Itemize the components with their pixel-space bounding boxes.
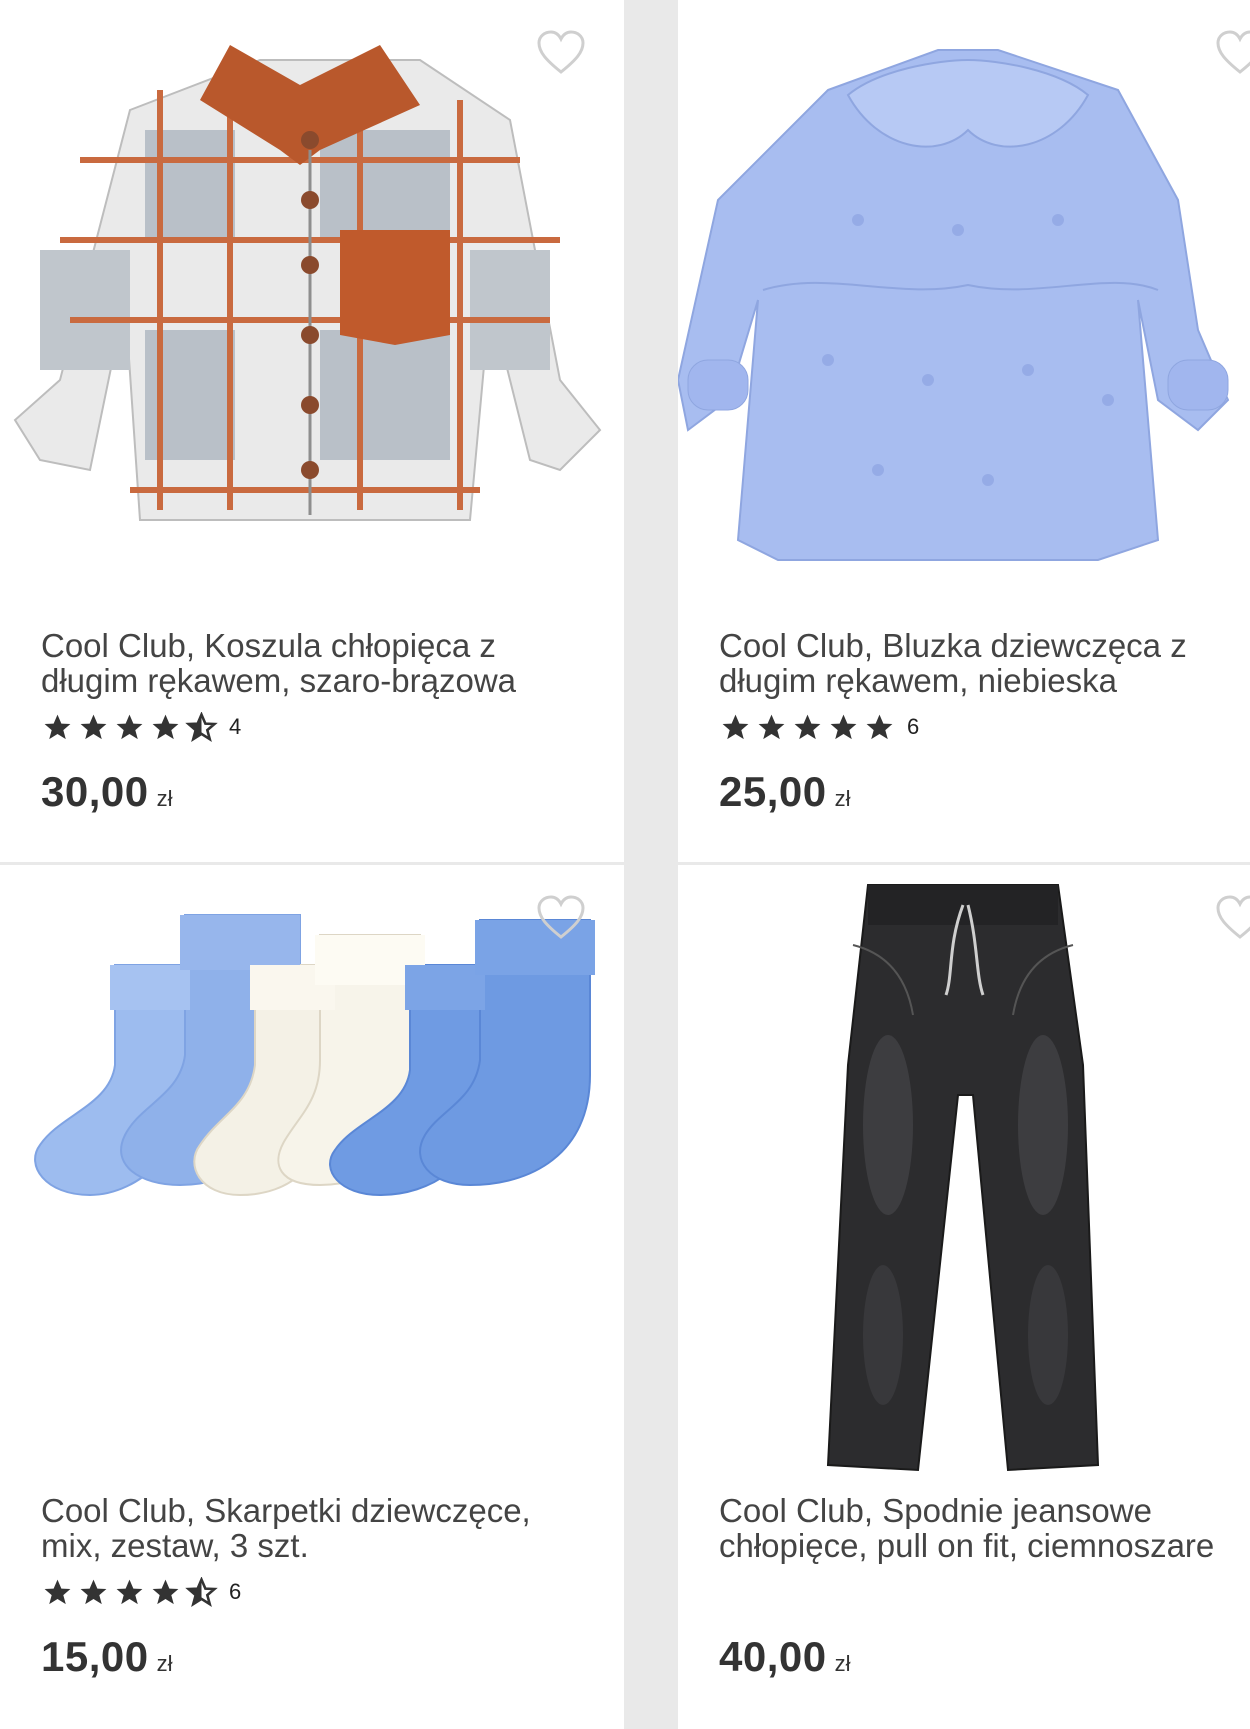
- price-currency: zł: [156, 1651, 173, 1676]
- star-icon: [80, 714, 107, 739]
- rating: 4: [41, 711, 242, 742]
- price-currency: zł: [834, 786, 851, 811]
- product-image[interactable]: [0, 0, 624, 610]
- product-card[interactable]: Cool Club, Spodnie jeansowe chłopięce, p…: [678, 865, 1250, 1729]
- price: 40,00 zł: [719, 1633, 851, 1681]
- product-card[interactable]: Cool Club, Koszula chłopięca z długim rę…: [0, 0, 624, 862]
- price: 25,00 zł: [719, 768, 851, 816]
- star-icon: [722, 714, 749, 739]
- product-card[interactable]: Cool Club, Bluzka dziewczęca z długim rę…: [678, 0, 1250, 862]
- product-image[interactable]: [0, 865, 624, 1475]
- product-title[interactable]: Cool Club, Koszula chłopięca z długim rę…: [41, 628, 581, 698]
- star-icon: [866, 714, 893, 739]
- product-image[interactable]: [678, 865, 1250, 1475]
- price-amount: 15,00: [41, 1633, 149, 1680]
- star-icon: [116, 714, 143, 739]
- heart-icon[interactable]: [536, 895, 586, 941]
- product-title[interactable]: Cool Club, Bluzka dziewczęca z długim rę…: [719, 628, 1249, 698]
- star-icon: [152, 714, 179, 739]
- star-icon: [758, 714, 785, 739]
- price-amount: 40,00: [719, 1633, 827, 1680]
- star-icon: [80, 1579, 107, 1604]
- plaid-shirt-image: [13, 45, 602, 521]
- half-star-icon: [185, 711, 218, 742]
- price-amount: 25,00: [719, 768, 827, 815]
- price: 15,00 zł: [41, 1633, 173, 1681]
- star-icon: [44, 714, 71, 739]
- rating-count: 6: [229, 1579, 242, 1604]
- rating-count: 4: [229, 714, 242, 739]
- star-icon: [794, 714, 821, 739]
- heart-icon[interactable]: [1215, 895, 1250, 941]
- star-icon: [44, 1579, 71, 1604]
- product-image[interactable]: [678, 0, 1250, 610]
- half-star-icon: [185, 1576, 218, 1607]
- price-currency: zł: [156, 786, 173, 811]
- price-amount: 30,00: [41, 768, 149, 815]
- heart-icon[interactable]: [1215, 30, 1250, 76]
- star-icon: [116, 1579, 143, 1604]
- jeans-image: [826, 884, 1100, 1472]
- product-title[interactable]: Cool Club, Skarpetki dziewczęce, mix, ze…: [41, 1493, 581, 1563]
- star-icon: [830, 714, 857, 739]
- socks-image: [34, 914, 595, 1197]
- rating: 6: [719, 712, 919, 742]
- price-currency: zł: [834, 1651, 851, 1676]
- heart-icon[interactable]: [536, 30, 586, 76]
- product-title[interactable]: Cool Club, Spodnie jeansowe chłopięce, p…: [719, 1493, 1249, 1563]
- star-icon: [152, 1579, 179, 1604]
- price: 30,00 zł: [41, 768, 173, 816]
- product-card[interactable]: Cool Club, Skarpetki dziewczęce, mix, ze…: [0, 865, 624, 1729]
- rating: 6: [41, 1576, 242, 1607]
- blouse-image: [678, 49, 1230, 561]
- rating-count: 6: [907, 714, 920, 739]
